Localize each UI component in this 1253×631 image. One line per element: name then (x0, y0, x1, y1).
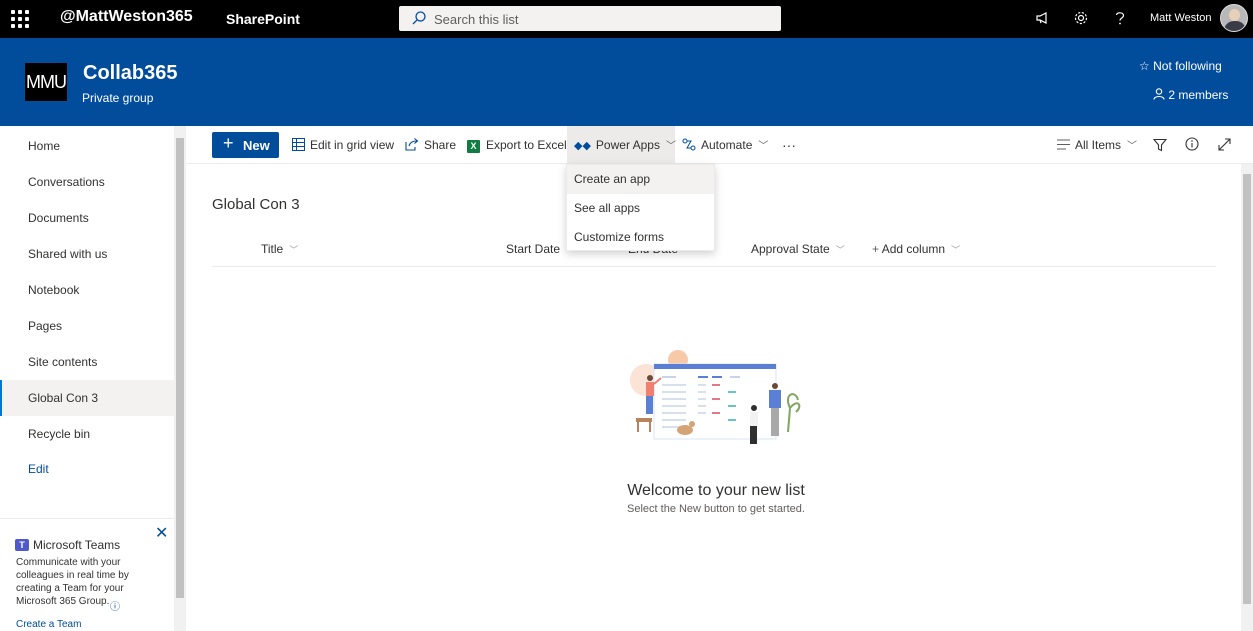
filter-icon[interactable] (1153, 138, 1167, 152)
teams-title: Microsoft Teams (33, 538, 121, 552)
site-title[interactable]: Collab365 (83, 62, 177, 85)
expand-icon[interactable] (1218, 138, 1231, 151)
avatar[interactable] (1220, 4, 1248, 32)
new-label: New (243, 138, 270, 153)
help-icon[interactable] (1113, 10, 1127, 26)
list-title: Global Con 3 (212, 196, 300, 213)
app-name[interactable]: SharePoint (226, 11, 300, 27)
grid-icon (292, 138, 305, 151)
automate-button[interactable]: Automate ﹀ (682, 126, 768, 164)
powerapps-button[interactable]: ◆◆ Power Apps ﹀ (567, 126, 676, 164)
column-header-approval-state[interactable]: Approval State ﹀ (751, 242, 845, 256)
powerapps-menu: Create an app See all apps Customize for… (566, 164, 715, 251)
teams-promo: ✕ T Microsoft Teams Communicate with you… (0, 518, 174, 631)
chevron-down-icon: ﹀ (1127, 141, 1138, 152)
star-icon: ☆ (1139, 59, 1150, 73)
edit-grid-button[interactable]: Edit in grid view (292, 126, 394, 164)
empty-state-title: Welcome to your new list (627, 482, 805, 499)
members-label: 2 members (1168, 88, 1229, 102)
gear-icon[interactable] (1073, 10, 1089, 26)
new-button[interactable]: + New (212, 132, 279, 158)
nav-scrollbar[interactable] (174, 126, 186, 631)
column-title-label: Title (261, 242, 284, 256)
nav-item-documents[interactable]: Documents (0, 200, 174, 236)
share-icon (405, 138, 419, 151)
menu-item-create-app[interactable]: Create an app (567, 165, 714, 194)
person-icon (1153, 88, 1165, 100)
column-header-start-date[interactable]: Start Date﹀ (506, 242, 575, 256)
column-header-title[interactable]: Title ﹀ (261, 242, 298, 256)
search-icon (412, 11, 426, 25)
automate-label: Automate (701, 138, 753, 152)
plus-icon: + (223, 133, 234, 153)
excel-icon: X (467, 140, 480, 153)
nav-item-site-contents[interactable]: Site contents (0, 344, 174, 380)
header-divider (212, 266, 1216, 267)
nav-item-conversations[interactable]: Conversations (0, 164, 174, 200)
teams-icon: T (15, 539, 29, 551)
waffle-icon[interactable] (8, 7, 32, 31)
follow-button[interactable]: ☆ Not following (1139, 59, 1222, 73)
close-icon[interactable]: ✕ (155, 523, 168, 543)
share-label: Share (424, 138, 457, 152)
main-scrollbar[interactable] (1241, 164, 1253, 631)
suite-bar: @MattWeston365 SharePoint Search this li… (0, 0, 1253, 38)
tenant-name[interactable]: @MattWeston365 (60, 8, 193, 26)
view-label: All Items (1075, 138, 1122, 152)
site-subtitle: Private group (82, 91, 154, 105)
follow-label: Not following (1153, 59, 1222, 73)
powerapps-icon: ◆◆ (574, 140, 591, 152)
nav-item-recycle-bin[interactable]: Recycle bin (0, 416, 174, 452)
nav-item-notebook[interactable]: Notebook (0, 272, 174, 308)
info-icon[interactable]: ⓘ (110, 598, 120, 613)
export-label: Export to Excel (486, 138, 567, 152)
chevron-down-icon: ﹀ (835, 245, 845, 255)
search-placeholder: Search this list (434, 12, 519, 27)
members-button[interactable]: 2 members (1153, 88, 1228, 102)
info-icon[interactable] (1185, 137, 1199, 151)
add-column-label: Add column (881, 242, 946, 256)
more-button[interactable]: ··· (782, 126, 796, 164)
plus-icon: + (872, 242, 882, 256)
search-input[interactable]: Search this list (399, 6, 781, 31)
nav-item-shared-with-us[interactable]: Shared with us (0, 236, 174, 272)
powerapps-label: Power Apps (595, 138, 660, 152)
site-logo[interactable]: MMU (25, 63, 67, 101)
menu-item-customize-forms[interactable]: Customize forms (567, 223, 714, 252)
column-approval-state-label: Approval State (751, 242, 830, 256)
flow-icon (682, 138, 696, 151)
chevron-down-icon: ﹀ (951, 245, 961, 255)
empty-state-subtitle: Select the New button to get started. (627, 503, 805, 515)
chevron-down-icon: ﹀ (289, 245, 299, 255)
megaphone-icon[interactable] (1035, 10, 1051, 26)
nav-item-pages[interactable]: Pages (0, 308, 174, 344)
export-excel-button[interactable]: X Export to Excel (467, 126, 567, 164)
chevron-down-icon: ﹀ (758, 141, 769, 152)
user-name[interactable]: Matt Weston (1150, 12, 1212, 24)
view-selector[interactable]: All Items ﹀ (1057, 126, 1137, 164)
add-column-button[interactable]: + Add column ﹀ (872, 242, 960, 256)
nav-edit-link[interactable]: Edit (0, 451, 174, 487)
chevron-down-icon: ﹀ (665, 141, 676, 152)
share-button[interactable]: Share (405, 126, 456, 164)
menu-item-see-all-apps[interactable]: See all apps (567, 194, 714, 223)
edit-grid-label: Edit in grid view (310, 138, 395, 152)
nav-item-global-con-3[interactable]: Global Con 3 (0, 380, 174, 416)
list-view-icon (1057, 139, 1070, 150)
nav-item-home[interactable]: Home (0, 128, 174, 164)
empty-list-illustration (630, 350, 801, 444)
command-bar: + New Edit in grid view Share X Export to… (186, 126, 1253, 164)
create-team-link[interactable]: Create a Team (16, 619, 81, 630)
site-header: MMU Collab365 Private group ☆ Not follow… (0, 38, 1253, 126)
column-start-date-label: Start Date (506, 242, 561, 256)
